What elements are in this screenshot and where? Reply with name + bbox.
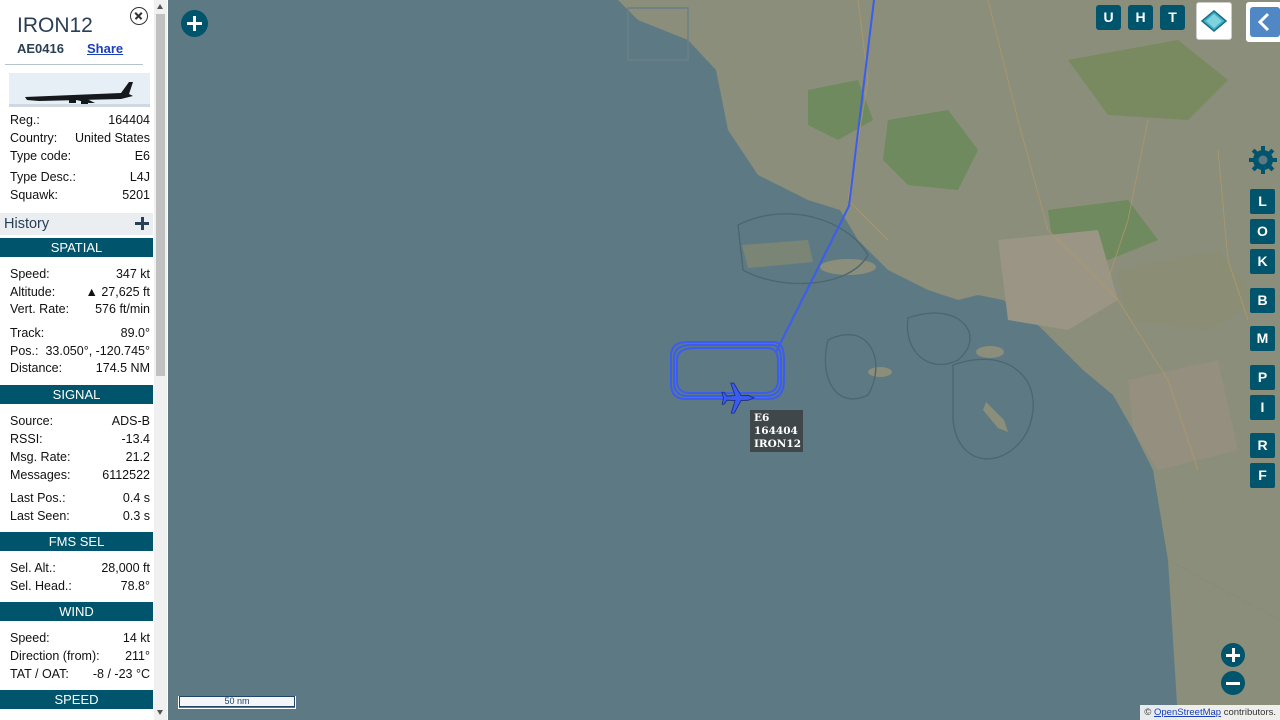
chevron-left-icon	[1250, 7, 1280, 37]
plus-icon-v	[1231, 648, 1235, 662]
spatial-row-position: Pos.: 33.050°, -120.745°	[10, 344, 150, 358]
section-header-signal: SIGNAL	[0, 385, 153, 404]
zoom-in-button[interactable]	[1221, 643, 1245, 667]
scroll-down-arrow-icon[interactable]	[157, 710, 163, 715]
toggle-o-button[interactable]: O	[1250, 219, 1275, 244]
spatial-row-distance: Distance: 174.5 NM	[10, 361, 150, 375]
toggle-l-button[interactable]: L	[1250, 189, 1275, 214]
aircraft-info-panel: IRON12 AE0416 Share Reg.: 164404 Country…	[0, 0, 168, 720]
zoom-in-top-button[interactable]	[181, 10, 208, 37]
panel-scrollbar[interactable]	[154, 0, 167, 720]
label-callsign: IRON12	[754, 438, 801, 450]
toggle-k-button[interactable]: K	[1250, 249, 1275, 274]
spatial-row-track: Track: 89.0°	[10, 326, 150, 340]
history-toggle[interactable]: History	[0, 213, 153, 235]
map-canvas[interactable]	[168, 0, 1280, 720]
settings-gear-icon[interactable]	[1248, 145, 1278, 175]
history-label: History	[4, 216, 50, 232]
app-root: IRON12 AE0416 Share Reg.: 164404 Country…	[0, 0, 1280, 720]
close-icon[interactable]	[130, 7, 148, 25]
info-row-type-code: Type code: E6	[10, 149, 150, 163]
toggle-b-button[interactable]: B	[1250, 288, 1275, 313]
info-row-country: Country: United States	[10, 131, 150, 145]
toggle-p-button[interactable]: P	[1250, 365, 1275, 390]
fms-row-sel-alt: Sel. Alt.: 28,000 ft	[10, 561, 150, 575]
signal-row-rssi: RSSI: -13.4	[10, 432, 150, 446]
signal-row-messages: Messages: 6112522	[10, 468, 150, 482]
toggle-r-button[interactable]: R	[1250, 433, 1275, 458]
attribution-prefix: ©	[1144, 707, 1154, 718]
wind-row-direction: Direction (from): 211°	[10, 649, 150, 663]
map-scale-bar: 50 nm	[178, 696, 296, 709]
section-header-spatial: SPATIAL	[0, 238, 153, 257]
scrollbar-thumb[interactable]	[156, 14, 165, 376]
toggle-t-button[interactable]: T	[1160, 5, 1185, 30]
signal-row-last-pos: Last Pos.: 0.4 s	[10, 491, 150, 505]
map-view[interactable]: E6 164404 IRON12 U H T L O K B M P I R F…	[168, 0, 1280, 720]
aircraft-silhouette-icon	[9, 73, 150, 107]
info-row-squawk: Squawk: 5201	[10, 188, 150, 202]
toggle-i-button[interactable]: I	[1250, 395, 1275, 420]
toggle-m-button[interactable]: M	[1250, 326, 1275, 351]
scroll-up-arrow-icon[interactable]	[157, 4, 163, 9]
osm-link[interactable]: OpenStreetMap	[1154, 707, 1221, 718]
toggle-u-button[interactable]: U	[1096, 5, 1121, 30]
info-row-reg: Reg.: 164404	[10, 113, 150, 127]
signal-row-source: Source: ADS-B	[10, 414, 150, 428]
plus-icon[interactable]	[135, 216, 149, 230]
attribution-suffix: contributors.	[1221, 707, 1276, 718]
minus-icon	[1226, 681, 1240, 685]
map-attribution: © OpenStreetMap contributors.	[1140, 705, 1280, 720]
info-row-type-desc: Type Desc.: L4J	[10, 170, 150, 184]
signal-row-msg-rate: Msg. Rate: 21.2	[10, 450, 150, 464]
divider	[5, 64, 143, 65]
spatial-row-vert-rate: Vert. Rate: 576 ft/min	[10, 302, 150, 316]
toggle-h-button[interactable]: H	[1128, 5, 1153, 30]
toggle-f-button[interactable]: F	[1250, 463, 1275, 488]
wind-row-tat-oat: TAT / OAT: -8 / -23 °C	[10, 667, 150, 681]
section-header-fms-sel: FMS SEL	[0, 532, 153, 551]
section-header-wind: WIND	[0, 602, 153, 621]
aircraft-hex-code: AE0416	[17, 41, 64, 56]
layers-icon	[1200, 10, 1228, 32]
plus-icon-v	[193, 16, 196, 31]
scale-label: 50 nm	[179, 696, 295, 707]
collapse-sidebar-button[interactable]	[1246, 2, 1280, 42]
label-reg: 164404	[754, 425, 798, 437]
label-type: E6	[754, 412, 770, 424]
spatial-row-altitude: Altitude: ▲ 27,625 ft	[10, 285, 150, 299]
share-link[interactable]: Share	[87, 41, 123, 56]
section-header-speed: SPEED	[0, 690, 153, 709]
spatial-row-speed: Speed: 347 kt	[10, 267, 150, 281]
fms-row-sel-head: Sel. Head.: 78.8°	[10, 579, 150, 593]
wind-row-speed: Speed: 14 kt	[10, 631, 150, 645]
aircraft-photo[interactable]	[9, 73, 150, 107]
layers-button[interactable]	[1196, 2, 1232, 40]
aircraft-callsign: IRON12	[17, 14, 93, 37]
aircraft-map-label[interactable]: E6 164404 IRON12	[750, 410, 803, 452]
signal-row-last-seen: Last Seen: 0.3 s	[10, 509, 150, 523]
zoom-out-button[interactable]	[1221, 671, 1245, 695]
